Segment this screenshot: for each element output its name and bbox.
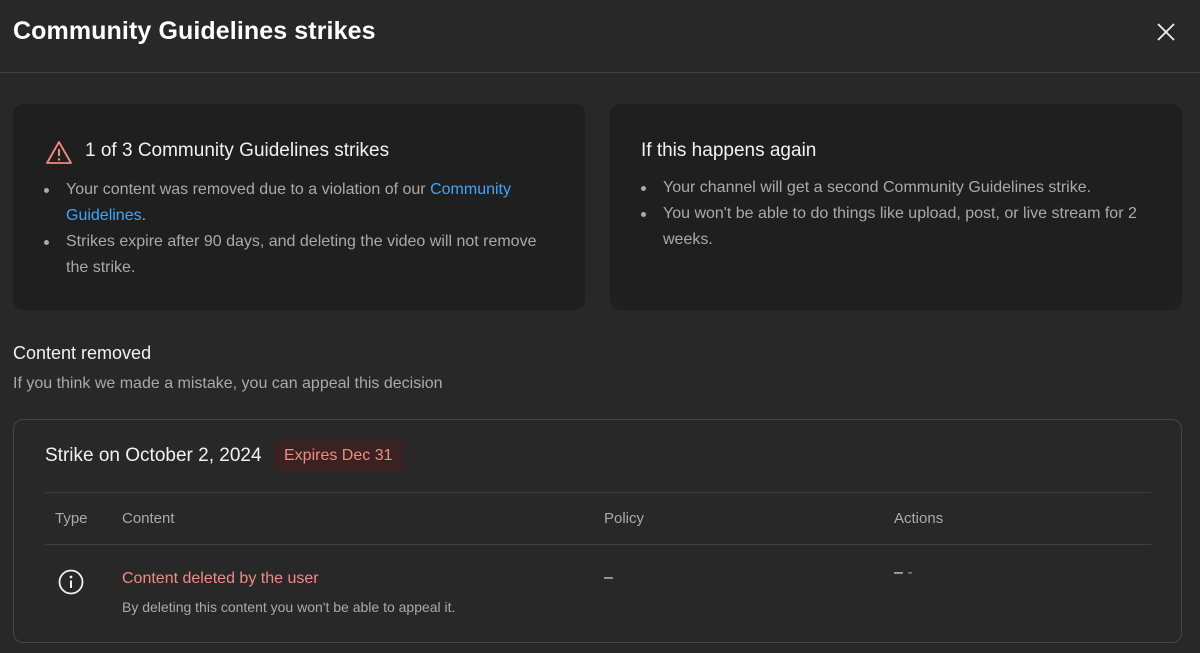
consequences-card: If this happens again Your channel will …	[610, 104, 1182, 310]
divider	[45, 492, 1151, 493]
appeal-hint: If you think we made a mistake, you can …	[13, 375, 443, 392]
consequences-list: Your channel will get a second Community…	[640, 175, 1160, 253]
list-item: You won't be able to do things like uplo…	[640, 201, 1160, 253]
close-icon	[1157, 23, 1175, 41]
strikes-dialog: Community Guidelines strikes 1 of 3 Comm…	[0, 0, 1200, 653]
column-header-type: Type	[55, 510, 88, 527]
strike-panel: Strike on October 2, 2024 Expires Dec 31…	[13, 419, 1182, 643]
consequences-heading: If this happens again	[641, 140, 817, 161]
violation-text: Your content was removed due to a violat…	[66, 181, 431, 198]
dialog-title: Community Guidelines strikes	[13, 17, 376, 45]
list-item: Your channel will get a second Community…	[640, 175, 1160, 201]
actions-value: – -	[894, 564, 913, 582]
content-status-desc: By deleting this content you won't be ab…	[122, 599, 456, 615]
dialog-header: Community Guidelines strikes	[0, 0, 1200, 73]
actions-secondary: -	[907, 564, 913, 581]
column-header-actions: Actions	[894, 510, 944, 527]
strike-summary-card: 1 of 3 Community Guidelines strikes Your…	[13, 104, 585, 310]
list-item: Strikes expire after 90 days, and deleti…	[43, 229, 563, 281]
list-item: Your content was removed due to a violat…	[43, 177, 563, 229]
close-button[interactable]	[1150, 16, 1182, 48]
column-header-content: Content	[122, 510, 175, 527]
strike-summary-list: Your content was removed due to a violat…	[43, 177, 563, 281]
expires-badge: Expires Dec 31	[274, 441, 403, 471]
strike-date-title: Strike on October 2, 2024	[45, 445, 262, 466]
content-removed-title: Content removed	[13, 343, 152, 363]
policy-value: –	[604, 569, 613, 586]
divider	[45, 544, 1151, 545]
warning-triangle-icon	[46, 141, 72, 164]
info-icon	[58, 569, 84, 595]
column-header-policy: Policy	[604, 510, 645, 527]
strike-count-heading: 1 of 3 Community Guidelines strikes	[85, 140, 390, 161]
content-status-title: Content deleted by the user	[122, 570, 319, 587]
violation-text-end: .	[141, 207, 147, 224]
actions-primary: –	[894, 564, 903, 581]
